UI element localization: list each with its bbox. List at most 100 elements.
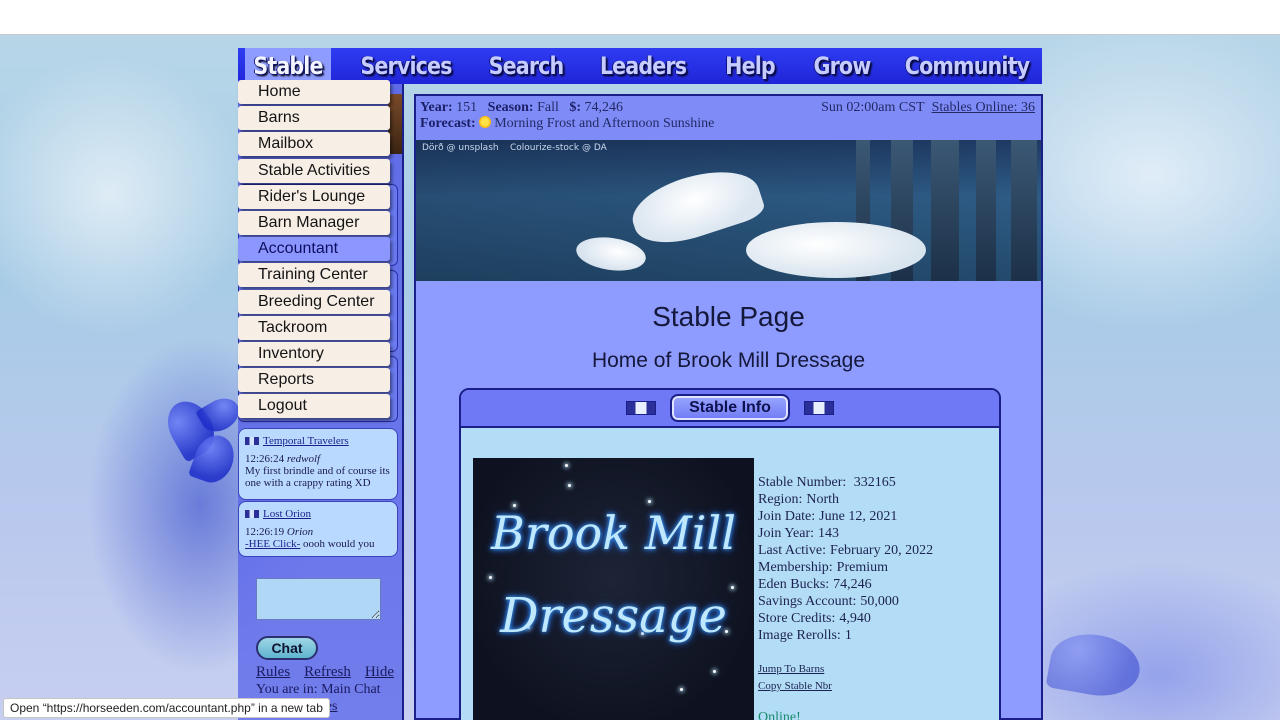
stat-region: Region: North xyxy=(758,491,933,508)
chat-refresh-link[interactable]: Refresh xyxy=(304,664,351,681)
game-time: Sun 02:00am CST xyxy=(821,100,925,115)
chat-time: 12:26:19 xyxy=(245,526,285,538)
menu-item-barns[interactable]: Barns xyxy=(238,106,390,131)
chat-room-header: Temporal Travelers xyxy=(245,435,391,447)
star-icon xyxy=(680,688,683,691)
stat-value: Premium xyxy=(836,560,888,575)
horse-neck xyxy=(624,157,768,255)
forecast-label: Forecast: xyxy=(420,116,476,131)
chat-input[interactable] xyxy=(256,578,381,620)
menu-item-training-center[interactable]: Training Center xyxy=(238,263,390,288)
chat-room-link[interactable]: Lost Orion xyxy=(263,508,311,520)
year-label: Year: xyxy=(420,100,453,115)
chat-meta: 12:26:24 redwolf xyxy=(245,453,391,465)
menu-item-home[interactable]: Home xyxy=(238,80,390,104)
nav-stable[interactable]: Stable xyxy=(245,48,331,84)
stat-image-rerolls: Image Rerolls: 1 xyxy=(758,627,933,644)
copy-stable-number-link[interactable]: Copy Stable Nbr xyxy=(758,678,933,695)
money-label: $: xyxy=(569,100,582,115)
banner-tree xyxy=(1011,140,1037,281)
chat-user: redwolf xyxy=(286,453,321,465)
season-value: Fall xyxy=(537,100,559,115)
stat-value: 74,246 xyxy=(833,577,872,592)
year-value: 151 xyxy=(456,100,478,115)
chat-room-link[interactable]: Temporal Travelers xyxy=(263,435,349,447)
stat-store-credits: Store Credits: 4,940 xyxy=(758,610,933,627)
star-icon xyxy=(565,464,568,467)
stable-dropdown-menu: Home Barns Mailbox Stable Activities Rid… xyxy=(238,80,390,420)
menu-item-accountant[interactable]: Accountant xyxy=(238,237,390,262)
room-flag-icon xyxy=(245,510,259,518)
top-nav: Stable Services Search Leaders Help Grow… xyxy=(238,48,1042,84)
chat-hide-link[interactable]: Hide xyxy=(365,664,394,681)
chat-message: Lost Orion 12:26:19 Orion -HEE Click- oo… xyxy=(238,501,398,557)
page-title: Stable Page xyxy=(652,301,805,332)
money-value: 74,246 xyxy=(584,100,624,115)
banner-credit: Dörð @ unsplash xyxy=(422,143,499,153)
chat-text: oooh would you xyxy=(300,538,375,550)
horse-body xyxy=(746,222,926,278)
stat-label: Membership: xyxy=(758,560,833,575)
stat-value: February 20, 2022 xyxy=(830,543,934,558)
stat-label: Eden Bucks: xyxy=(758,577,830,592)
card-header: Stable Info xyxy=(461,390,999,428)
star-icon xyxy=(713,670,716,673)
next-flag-icon[interactable] xyxy=(804,401,834,415)
logo-text-line1: Brook Mill xyxy=(491,506,736,560)
sun-icon xyxy=(479,116,492,128)
chat-message: Temporal Travelers 12:26:24 redwolf My f… xyxy=(238,428,398,500)
chat-button[interactable]: Chat xyxy=(256,636,318,660)
season-label: Season: xyxy=(487,100,534,115)
forecast-line: Forecast: Morning Frost and Afternoon Su… xyxy=(420,116,1037,132)
chat-text-row: -HEE Click- oooh would you xyxy=(245,538,391,550)
nav-services[interactable]: Services xyxy=(348,48,465,84)
menu-item-logout[interactable]: Logout xyxy=(238,394,390,419)
info-right: Sun 02:00am CST Stables Online: 36 xyxy=(821,100,1035,116)
chat-user: Orion xyxy=(286,526,314,538)
jump-to-barns-link[interactable]: Jump To Barns xyxy=(758,661,933,678)
tab-stable-info[interactable]: Stable Info xyxy=(670,394,790,422)
stable-stats: Stable Number: 332165 Region: North Join … xyxy=(758,474,933,695)
nav-help[interactable]: Help xyxy=(714,48,786,84)
nav-grow[interactable]: Grow xyxy=(799,48,885,84)
chat-location: You are in: Main Chat xyxy=(256,682,381,697)
menu-item-riders-lounge[interactable]: Rider's Lounge xyxy=(238,184,390,209)
menu-item-mailbox[interactable]: Mailbox xyxy=(238,132,390,157)
chat-meta: 12:26:19 Orion xyxy=(245,526,391,538)
stat-join-date: Join Date: June 12, 2021 xyxy=(758,508,933,525)
star-icon xyxy=(568,484,571,487)
menu-item-reports[interactable]: Reports xyxy=(238,368,390,393)
main-panel: Year: 151 Season: Fall $: 74,246 Sun 02:… xyxy=(414,94,1043,720)
nav-community[interactable]: Community xyxy=(903,48,1032,84)
stat-value: June 12, 2021 xyxy=(819,509,898,524)
menu-item-breeding-center[interactable]: Breeding Center xyxy=(238,289,390,314)
star-icon xyxy=(648,500,651,503)
stat-value: 143 xyxy=(818,526,840,541)
stat-value: North xyxy=(806,492,840,507)
stat-join-year: Join Year: 143 xyxy=(758,525,933,542)
banner-tree xyxy=(931,140,959,281)
nav-search[interactable]: Search xyxy=(481,48,570,84)
chat-inline-link[interactable]: -HEE Click- xyxy=(245,538,300,550)
star-icon xyxy=(489,576,492,579)
online-status: Online! xyxy=(758,710,801,720)
stat-savings: Savings Account: 50,000 xyxy=(758,593,933,610)
menu-item-tackroom[interactable]: Tackroom xyxy=(238,315,390,340)
banner-credit: Colourize-stock @ DA xyxy=(510,143,607,153)
stat-label: Join Year: xyxy=(758,526,815,541)
stat-label: Store Credits: xyxy=(758,611,836,626)
stat-stable-number: Stable Number: 332165 xyxy=(758,474,933,491)
prev-flag-icon[interactable] xyxy=(626,401,656,415)
menu-item-stable-activities[interactable]: Stable Activities xyxy=(238,158,390,183)
page-subtitle: Home of Brook Mill Dressage xyxy=(591,349,866,372)
stat-eden-bucks: Eden Bucks: 74,246 xyxy=(758,576,933,593)
stables-online-link[interactable]: Stables Online: 36 xyxy=(932,100,1035,115)
chat-rules-link[interactable]: Rules xyxy=(256,664,290,681)
avatar xyxy=(388,94,402,154)
stat-membership: Membership: Premium xyxy=(758,559,933,576)
menu-item-inventory[interactable]: Inventory xyxy=(238,341,390,366)
nav-leaders[interactable]: Leaders xyxy=(587,48,699,84)
chat-room-header: Lost Orion xyxy=(245,508,391,520)
stable-logo: Brook Mill Dressage xyxy=(473,458,754,720)
menu-item-barn-manager[interactable]: Barn Manager xyxy=(238,210,390,235)
